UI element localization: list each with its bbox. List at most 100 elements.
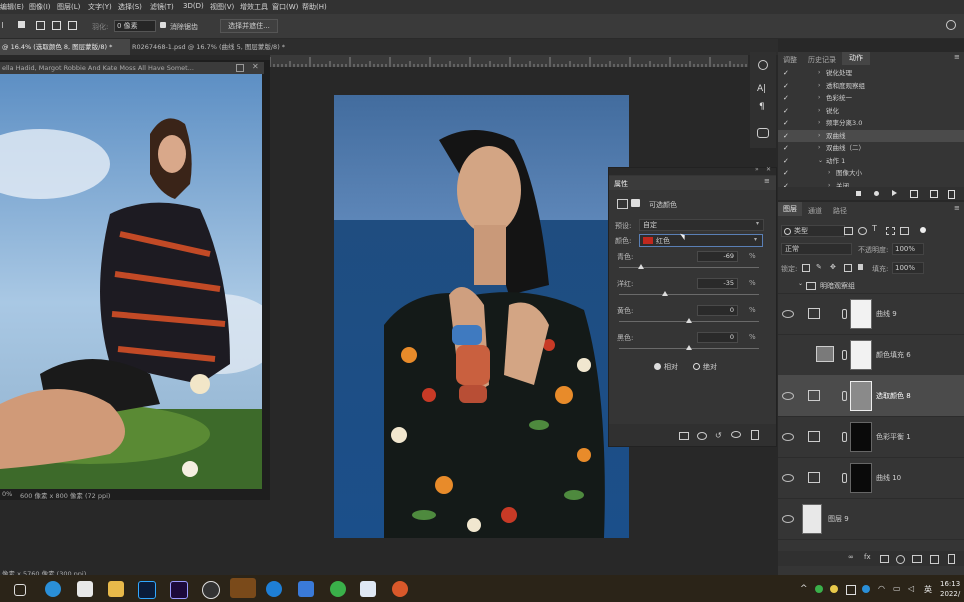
group-expand-icon[interactable]: ⌄ xyxy=(798,280,803,287)
lock-position-icon[interactable]: ✥ xyxy=(830,263,836,271)
reset-icon[interactable]: ↺ xyxy=(715,431,722,440)
action-item[interactable]: ✓ ⌄ 动作 1 xyxy=(778,155,964,168)
tray-bluetooth-icon[interactable] xyxy=(862,585,870,593)
tray-battery-icon[interactable]: ▭ xyxy=(893,584,901,593)
slider-thumb[interactable] xyxy=(686,345,692,350)
filter-smart-object-icon[interactable] xyxy=(900,227,909,235)
layer-row[interactable]: 选取颜色 8 xyxy=(778,375,964,417)
feather-input[interactable]: 0 像素 xyxy=(114,20,156,32)
tray-volume-icon[interactable]: ◁ xyxy=(908,584,914,593)
layer-name[interactable]: 图层 9 xyxy=(828,514,849,524)
slider-value-input[interactable]: -69 xyxy=(697,251,738,262)
slider-track[interactable] xyxy=(619,294,759,295)
relative-radio[interactable] xyxy=(654,363,661,370)
lock-all-icon[interactable] xyxy=(858,264,863,270)
layer-style-icon[interactable]: fx xyxy=(864,553,871,561)
action-item[interactable]: ✓ › 锐化处理 xyxy=(778,67,964,80)
obs-icon[interactable] xyxy=(202,581,220,599)
layer-name[interactable]: 色彩平衡 1 xyxy=(876,432,911,442)
collapse-icon[interactable]: » xyxy=(755,166,759,173)
action-checkmark-icon[interactable]: ✓ xyxy=(783,167,789,180)
menu-layer[interactable]: 图层(L) xyxy=(57,2,80,12)
filter-shape-icon[interactable] xyxy=(886,227,895,235)
preset-chevron-down-icon[interactable]: ▾ xyxy=(756,220,759,227)
action-item[interactable]: ✓ › 频率分离3.0 xyxy=(778,117,964,130)
subtract-selection-icon[interactable] xyxy=(52,21,61,30)
menu-edit[interactable]: 编辑(E) xyxy=(0,2,24,12)
action-item[interactable]: ✓ › 色彩统一 xyxy=(778,92,964,105)
input-language[interactable]: 英 xyxy=(924,584,932,595)
action-expand-icon[interactable]: › xyxy=(818,92,820,105)
action-expand-icon[interactable]: ⌄ xyxy=(818,155,823,168)
new-set-icon[interactable] xyxy=(910,190,918,198)
layer-mask-thumbnail[interactable] xyxy=(850,340,872,370)
action-expand-icon[interactable]: › xyxy=(818,67,820,80)
preset-select[interactable]: 自定 xyxy=(639,219,764,231)
glyphs-icon[interactable] xyxy=(757,128,769,138)
intersect-selection-icon[interactable] xyxy=(68,21,77,30)
layer-name[interactable]: 颜色填充 6 xyxy=(876,350,911,360)
layer-link-icon[interactable] xyxy=(842,473,847,483)
layer-link-icon[interactable] xyxy=(842,432,847,442)
game-icon[interactable] xyxy=(392,581,408,597)
tab-document-1[interactable]: @ 16.4% (选取颜色 8, 图层蒙版/8) * xyxy=(0,39,130,55)
layer-link-icon[interactable] xyxy=(842,350,847,360)
tray-chevron-icon[interactable]: ^ xyxy=(800,584,808,594)
actions-menu-icon[interactable]: ≡ xyxy=(954,53,960,61)
lock-transparent-icon[interactable] xyxy=(802,264,810,272)
adjustment-icon[interactable] xyxy=(617,199,628,209)
action-checkmark-icon[interactable]: ✓ xyxy=(783,105,789,118)
layer-row[interactable]: 图层 9 xyxy=(778,498,964,540)
clip-to-layer-icon[interactable] xyxy=(679,432,689,440)
layer-visibility-eye-icon[interactable] xyxy=(782,474,794,482)
action-expand-icon[interactable]: › xyxy=(818,80,820,93)
app-highlight-icon[interactable] xyxy=(230,578,256,598)
edge-icon[interactable] xyxy=(45,581,61,597)
layer-thumbnail[interactable] xyxy=(802,504,822,534)
tab-history[interactable]: 历史记录 xyxy=(808,55,836,65)
tab-channels[interactable]: 通道 xyxy=(808,206,822,216)
action-item[interactable]: ✓ › 透和度观察组 xyxy=(778,80,964,93)
layer-link-icon[interactable] xyxy=(842,391,847,401)
slider-thumb[interactable] xyxy=(661,291,668,296)
tab-adjustments[interactable]: 调整 xyxy=(783,55,797,65)
fill-input[interactable]: 100% xyxy=(892,262,924,274)
layer-row[interactable]: 色彩平衡 1 xyxy=(778,416,964,458)
layer-name[interactable]: 曲线 9 xyxy=(876,309,897,319)
layers-menu-icon[interactable]: ≡ xyxy=(954,204,960,212)
delete-layer-icon[interactable] xyxy=(948,554,955,564)
layer-name[interactable]: 选取颜色 8 xyxy=(876,391,911,401)
tray-app-icon[interactable] xyxy=(830,585,838,593)
layer-mask-thumbnail[interactable] xyxy=(850,381,872,411)
browser-icon[interactable] xyxy=(266,581,282,597)
add-selection-icon[interactable] xyxy=(36,21,45,30)
wechat-icon[interactable] xyxy=(330,581,346,597)
new-action-icon[interactable] xyxy=(930,190,938,198)
tab-actions[interactable]: 动作 xyxy=(842,52,870,65)
delete-action-icon[interactable] xyxy=(948,190,955,199)
layer-visibility-eye-icon[interactable] xyxy=(782,433,794,441)
layer-link-icon[interactable] xyxy=(842,309,847,319)
new-layer-icon[interactable] xyxy=(930,555,939,564)
colors-select[interactable]: 红色 ▾ xyxy=(639,234,763,247)
filter-type-icon[interactable]: T xyxy=(872,224,877,233)
record-icon[interactable] xyxy=(874,191,879,196)
filter-adjustment-icon[interactable] xyxy=(858,227,867,235)
maximize-icon[interactable] xyxy=(236,64,244,72)
action-checkmark-icon[interactable]: ✓ xyxy=(783,142,789,155)
menu-type[interactable]: 文字(Y) xyxy=(88,2,112,12)
menu-help[interactable]: 帮助(H) xyxy=(302,2,327,12)
action-expand-icon[interactable]: › xyxy=(818,130,820,143)
action-expand-icon[interactable]: › xyxy=(828,167,830,180)
tray-network-icon[interactable] xyxy=(846,585,856,595)
layer-mask-thumbnail[interactable] xyxy=(850,422,872,452)
new-selection-icon[interactable] xyxy=(18,21,25,28)
absolute-radio[interactable] xyxy=(693,363,700,370)
trash-icon[interactable] xyxy=(751,430,759,440)
tab-paths[interactable]: 路径 xyxy=(833,206,847,216)
action-expand-icon[interactable]: › xyxy=(818,105,820,118)
menu-select[interactable]: 选择(S) xyxy=(118,2,142,12)
opacity-input[interactable]: 100% xyxy=(892,243,924,255)
clock-time[interactable]: 16:13 xyxy=(940,580,960,588)
slider-thumb[interactable] xyxy=(637,264,644,269)
